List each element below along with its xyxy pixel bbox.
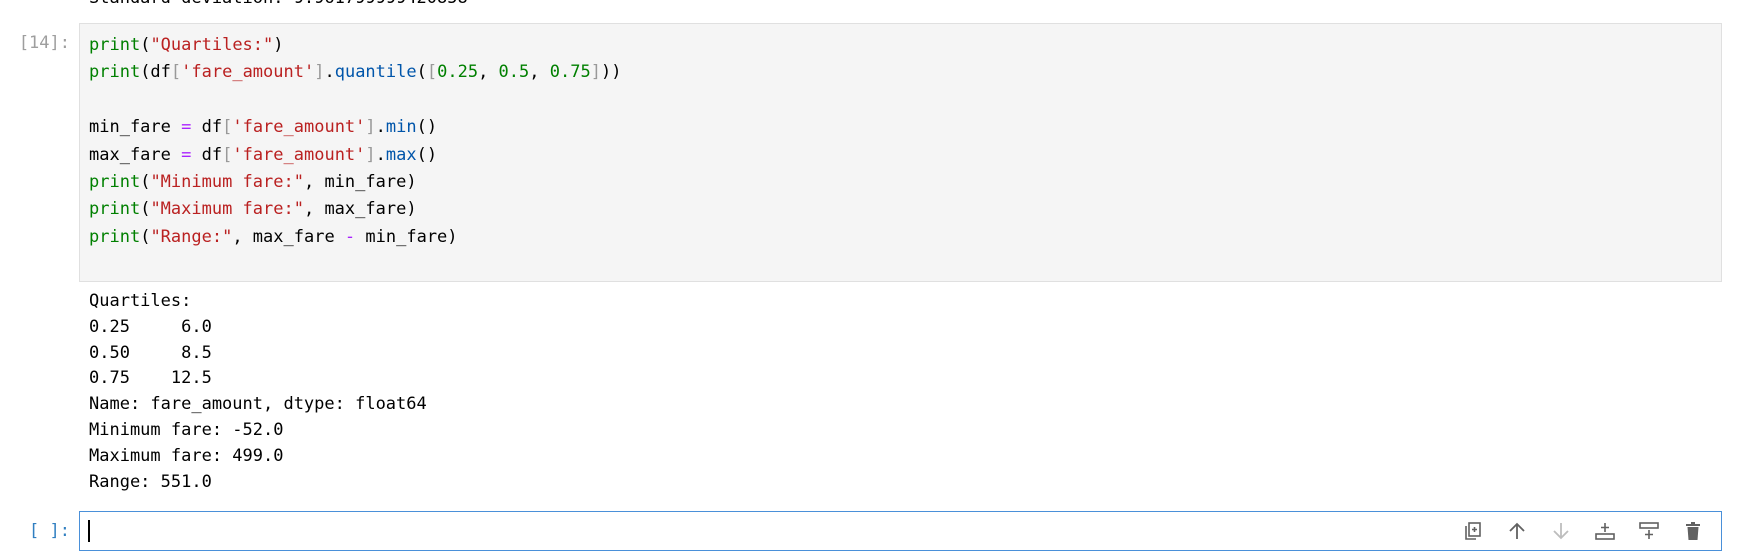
insert-below-icon: [1638, 521, 1660, 541]
code-token: -: [344, 226, 356, 247]
output-line: 0.75 12.5: [89, 368, 212, 389]
insert-above-icon: [1594, 521, 1616, 541]
output-line: Quartiles:: [89, 291, 192, 311]
move-down-button[interactable]: [1549, 519, 1573, 543]
code-line: print(df['fare_amount'].quantile([0.25, …: [89, 59, 621, 86]
output-line: 0.25 6.0: [89, 316, 212, 337]
duplicate-icon: [1463, 521, 1483, 541]
code-token: .: [375, 117, 386, 138]
empty-code-cell-editor[interactable]: [79, 511, 1722, 551]
code-token: [: [222, 144, 233, 165]
code-token: =: [181, 117, 192, 138]
code-token: ]: [365, 144, 376, 165]
code-token: max: [385, 144, 417, 165]
code-token: 'fare_amount': [232, 144, 366, 165]
code-token: max_fare: [89, 144, 182, 165]
insert-below-button[interactable]: [1637, 519, 1661, 543]
code-token: 0.75: [549, 62, 591, 83]
output-line: Name: fare_amount, dtype: float64: [89, 394, 427, 415]
code-token: (): [416, 144, 438, 165]
code-lines: print("Quartiles:") print(df['fare_amount…: [89, 32, 621, 251]
code-token: "Quartiles:": [150, 35, 274, 55]
code-token: ): [273, 35, 284, 55]
code-token: [: [170, 62, 182, 83]
code-token: "Maximum fare:": [150, 199, 304, 220]
output-line: Maximum fare: 499.0: [89, 445, 284, 466]
code-token: .: [375, 144, 386, 165]
code-line: min_fare = df['fare_amount'].min(): [89, 114, 621, 141]
code-token: (: [140, 35, 151, 55]
move-up-button[interactable]: [1505, 519, 1529, 543]
code-token: (: [140, 226, 151, 247]
code-token: "Range:": [150, 226, 233, 247]
code-line: print("Quartiles:"): [89, 32, 621, 59]
insert-above-button[interactable]: [1593, 519, 1617, 543]
code-token: , max_fare): [303, 199, 417, 220]
code-token: =: [181, 144, 192, 165]
code-token: ,: [478, 62, 499, 83]
code-token: [: [222, 117, 233, 138]
code-token: min_fare): [355, 226, 458, 247]
code-token: , min_fare): [303, 171, 417, 192]
code-token: 'fare_amount': [181, 62, 315, 83]
code-line: max_fare = df['fare_amount'].max(): [89, 142, 621, 169]
cell-prompt: [14]:: [18, 33, 70, 53]
code-token: .: [324, 62, 335, 83]
code-token: (): [416, 117, 438, 138]
code-cell-editor[interactable]: print("Quartiles:") print(df['fare_amount…: [79, 23, 1722, 282]
move-up-icon: [1507, 521, 1527, 541]
output-line: Minimum fare: -52.0: [89, 419, 284, 440]
empty-cell-prompt: [ ]:: [29, 521, 70, 541]
cell-output: Quartiles: 0.25 6.0 0.50 8.5 0.75 12.5 Name:…: [89, 289, 427, 495]
code-token: )): [600, 62, 622, 83]
code-line: print("Maximum fare:", max_fare): [89, 196, 621, 223]
text-cursor: [88, 520, 90, 542]
code-token: ]: [365, 117, 376, 138]
code-token: print: [89, 226, 141, 247]
move-down-icon: [1551, 521, 1571, 541]
code-token: ,: [529, 62, 550, 83]
code-token: , max_fare: [232, 226, 345, 247]
code-token: (df: [140, 62, 171, 83]
output-line: 0.50 8.5: [89, 342, 212, 363]
code-token: print: [89, 62, 141, 83]
code-token: "Minimum fare:": [150, 171, 304, 192]
code-token: quantile: [334, 62, 417, 83]
code-token: ]: [590, 62, 601, 83]
code-token: print: [89, 199, 141, 220]
previous-output-cut-line: Standard deviation: 9.961799999420858: [89, 0, 468, 10]
code-token: [: [426, 62, 438, 83]
code-line: print("Minimum fare:", min_fare): [89, 169, 621, 196]
code-token: (: [416, 62, 427, 83]
code-token: (: [140, 171, 151, 192]
code-line: print("Range:", max_fare - min_fare): [89, 224, 621, 251]
code-token: 0.25: [437, 62, 479, 83]
code-token: 0.5: [498, 62, 530, 83]
duplicate-cell-button[interactable]: [1461, 519, 1485, 543]
code-token: (: [140, 199, 151, 220]
delete-cell-button[interactable]: [1681, 519, 1705, 543]
code-token: print: [89, 171, 141, 192]
delete-icon: [1683, 521, 1703, 541]
code-token: ]: [314, 62, 325, 83]
code-token: df: [191, 117, 223, 138]
code-token: min_fare: [89, 117, 182, 138]
output-line: Range: 551.0: [89, 471, 212, 492]
code-token: 'fare_amount': [232, 117, 366, 138]
code-token: df: [191, 144, 223, 165]
cell-toolbar: [1461, 519, 1705, 543]
code-token: min: [385, 117, 417, 138]
code-token: print: [89, 35, 141, 55]
